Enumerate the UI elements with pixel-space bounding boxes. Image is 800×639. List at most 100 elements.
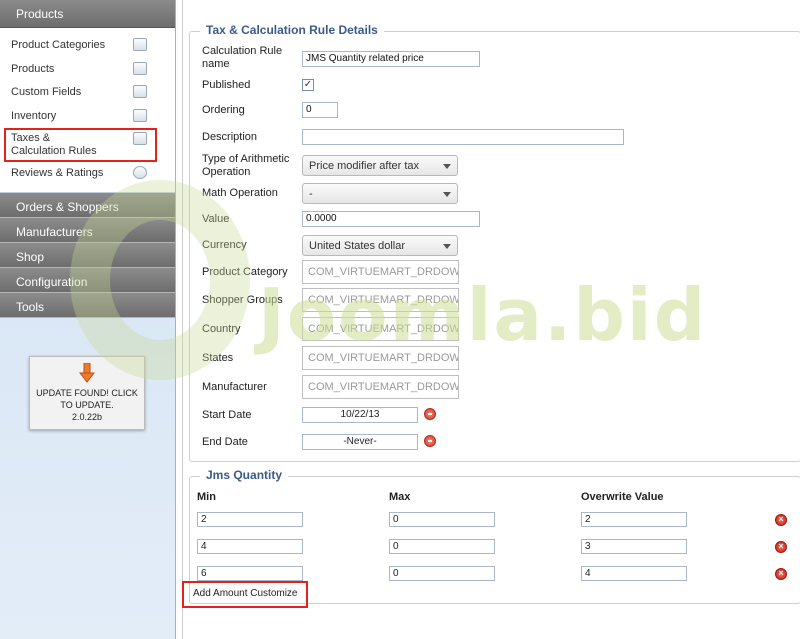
published-checkbox[interactable]: ✓ [302,79,314,91]
update-text-line2: TO UPDATE. [60,400,114,410]
row-states: States COM_VIRTUEMART_DRDOWN [202,346,762,380]
sidebar-item-label: Reviews & Ratings [11,167,104,179]
delete-row-icon[interactable]: × [775,568,787,580]
row-end-date: End Date -Never- [202,434,762,456]
ordering-input[interactable]: 0 [302,102,338,118]
download-arrow-icon [79,363,95,383]
sidebar-item-custom-fields[interactable]: Custom Fields [0,81,175,105]
end-date-input[interactable]: -Never- [302,434,418,450]
camera-icon [133,61,147,75]
max-input[interactable]: 0 [389,566,495,581]
sidebar-submenu: Product Categories Products Custom Field… [0,28,175,193]
menu-shop[interactable]: Shop [0,242,175,268]
sidebar-item-taxes-calculation-rules[interactable]: Taxes & Calculation Rules [4,128,157,162]
manufacturer-multiselect[interactable]: COM_VIRTUEMART_DRDOWN [302,375,459,399]
rule-name-input[interactable]: JMS Quantity related price [302,51,480,67]
sidebar-item-inventory[interactable]: Inventory [0,105,175,129]
overwrite-input[interactable]: 2 [581,512,687,527]
country-multiselect[interactable]: COM_VIRTUEMART_DRDOWN [302,317,459,341]
row-currency: Currency United States dollar [202,235,762,263]
start-date-input[interactable]: 10/22/13 [302,407,418,423]
row-rule-name: Calculation Rule name JMS Quantity relat… [202,45,762,73]
overwrite-header: Overwrite Value [581,491,664,503]
clear-end-date-icon[interactable] [424,435,436,447]
row-value: Value 0.0000 [202,211,762,233]
delete-row-icon[interactable]: × [775,514,787,526]
ordering-label: Ordering [202,104,245,116]
value-label: Value [202,213,230,225]
row-start-date: Start Date 10/22/13 [202,407,762,429]
row-description: Description [202,129,762,151]
sidebar-item-product-categories[interactable]: Product Categories [0,34,175,58]
row-published: Published ✓ [202,79,762,95]
row-math-operation: Math Operation - [202,183,762,211]
update-text-line1: UPDATE FOUND! CLICK [36,388,138,398]
arith-type-label: Type of Arithmetic Operation [202,153,290,178]
tax-rule-fieldset: Tax & Calculation Rule Details Calculati… [189,23,800,462]
max-header: Max [389,491,411,503]
overwrite-input[interactable]: 3 [581,539,687,554]
country-label: Country [202,323,241,335]
product-category-multiselect[interactable]: COM_VIRTUEMART_DRDOWN [302,260,459,284]
row-product-category: Product Category COM_VIRTUEMART_DRDOWN [202,260,762,294]
add-amount-customize-button[interactable]: Add Amount Customize [182,581,308,608]
menu-orders-shoppers[interactable]: Orders & Shoppers [0,192,175,218]
row-ordering: Ordering 0 [202,102,762,124]
menu-manufacturers[interactable]: Manufacturers [0,217,175,243]
min-input[interactable]: 6 [197,566,303,581]
jms-quantity-legend: Jms Quantity [200,468,289,482]
shopper-groups-label: Shopper Groups [202,294,283,306]
rule-name-label: Calculation Rule name [202,45,283,70]
min-input[interactable]: 4 [197,539,303,554]
row-country: Country COM_VIRTUEMART_DRDOWN [202,317,762,351]
max-input[interactable]: 0 [389,539,495,554]
shopper-groups-multiselect[interactable]: COM_VIRTUEMART_DRDOWN [302,288,459,312]
overwrite-input[interactable]: 4 [581,566,687,581]
sidebar-item-label: Products [11,62,55,75]
calculator-icon [133,132,147,145]
sidebar-item-reviews-ratings[interactable]: Reviews & Ratings [0,162,175,186]
chevron-down-icon [443,192,451,197]
value-input[interactable]: 0.0000 [302,211,480,227]
currency-select[interactable]: United States dollar [302,235,458,256]
end-date-label: End Date [202,436,248,448]
sidebar-item-label: Product Categories [11,39,106,51]
published-label: Published [202,79,251,91]
currency-label: Currency [202,239,247,251]
product-category-label: Product Category [202,266,288,278]
menu-tools[interactable]: Tools [0,292,175,318]
tax-rule-legend: Tax & Calculation Rule Details [200,23,384,37]
update-version: 2.0.22b [71,412,103,422]
clear-start-date-icon[interactable] [424,408,436,420]
delete-row-icon[interactable]: × [775,541,787,553]
menu-configuration[interactable]: Configuration [0,267,175,293]
start-date-label: Start Date [202,409,252,421]
manufacturer-label: Manufacturer [202,381,267,393]
row-arith-type: Type of Arithmetic Operation Price modif… [202,153,762,181]
arith-type-value: Price modifier after tax [309,160,420,172]
edit-icon [133,85,147,98]
update-button[interactable]: UPDATE FOUND! CLICK TO UPDATE. 2.0.22b [29,356,145,430]
description-input[interactable] [302,129,624,145]
chevron-down-icon [443,164,451,169]
states-label: States [202,352,234,364]
speech-bubble-icon [133,166,147,179]
states-multiselect[interactable]: COM_VIRTUEMART_DRDOWN [302,346,459,370]
sidebar-item-label: Inventory [11,109,57,122]
sidebar: Products Product Categories Products Cus… [0,0,176,639]
row-shopper-groups: Shopper Groups COM_VIRTUEMART_DRDOWN [202,288,762,322]
max-input[interactable]: 0 [389,512,495,527]
currency-value: United States dollar [309,240,405,252]
description-label: Description [202,131,258,143]
math-operation-select[interactable]: - [302,183,458,204]
min-header: Min [197,491,216,503]
main-content: Tax & Calculation Rule Details Calculati… [182,0,800,639]
sidebar-item-products[interactable]: Products [0,58,175,82]
arith-type-select[interactable]: Price modifier after tax [302,155,458,176]
min-input[interactable]: 2 [197,512,303,527]
chevron-down-icon [443,244,451,249]
sidebar-item-label: Custom Fields [11,86,82,98]
sidebar-header-products[interactable]: Products [0,0,175,28]
row-manufacturer: Manufacturer COM_VIRTUEMART_DRDOWN [202,375,762,409]
sidebar-item-label: Taxes & Calculation Rules [11,132,97,157]
